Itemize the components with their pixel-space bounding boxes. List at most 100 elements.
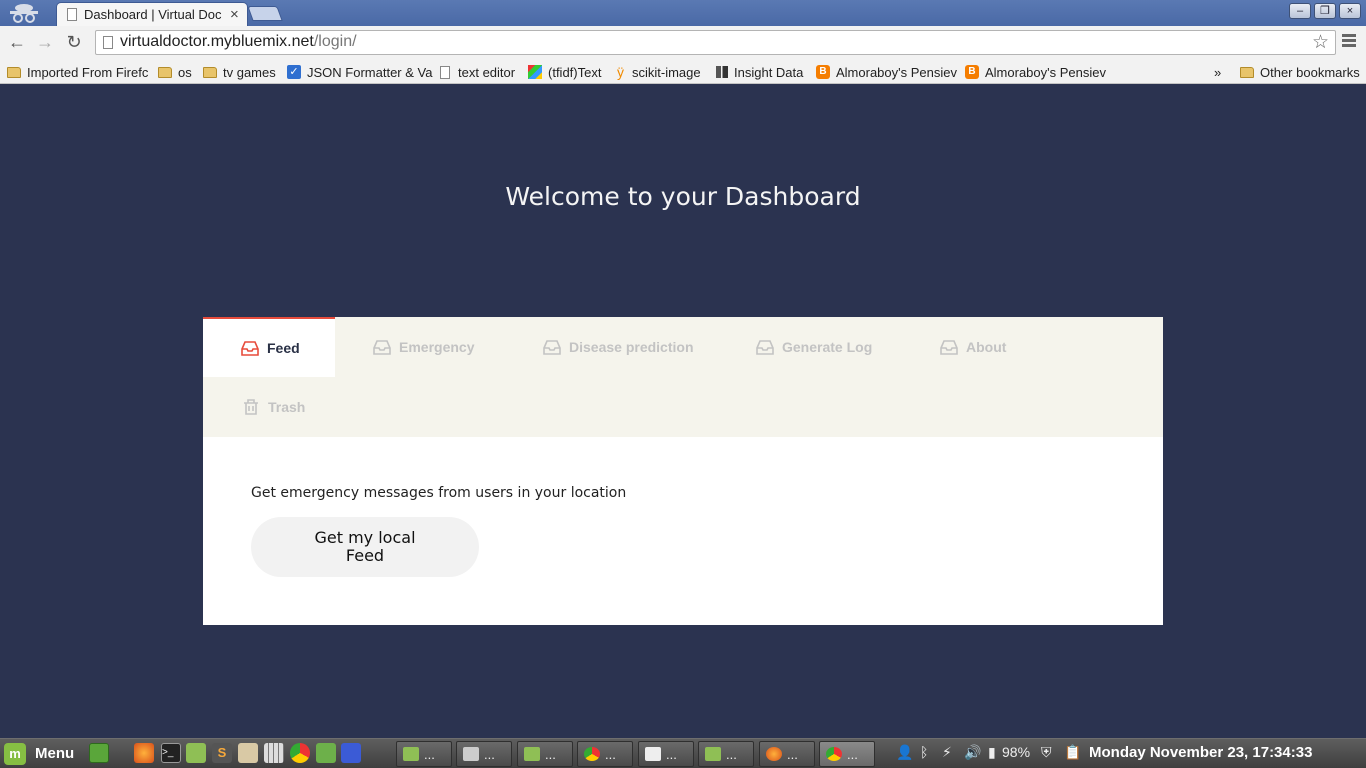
bookmark-label: (tfidf)Text xyxy=(548,64,602,80)
show-desktop-icon[interactable] xyxy=(89,743,109,763)
inbox-icon xyxy=(373,340,391,355)
bookmark-label: tv games xyxy=(223,64,276,80)
bookmark-item[interactable]: Insight Data xyxy=(716,62,803,82)
bookmark-item[interactable]: tv games xyxy=(203,62,276,82)
network-icon[interactable]: ⚡ xyxy=(942,744,952,761)
files-icon xyxy=(705,747,721,761)
files-icon xyxy=(524,747,540,761)
url-text[interactable]: virtualdoctor.mybluemix.net/login/ xyxy=(120,33,357,51)
browser-titlebar: Dashboard | Virtual Doc × – ❐ × xyxy=(0,0,1366,27)
clipboard-tray-icon[interactable]: 📋 xyxy=(1064,744,1081,761)
window-label: ... xyxy=(847,746,858,762)
inbox-icon xyxy=(241,341,259,356)
start-menu-label[interactable]: Menu xyxy=(35,745,74,762)
bookmark-item[interactable]: ÿ scikit-image xyxy=(617,62,701,82)
taskbar-window[interactable]: ... xyxy=(577,741,633,767)
calculator-icon[interactable] xyxy=(264,743,284,763)
volume-icon[interactable]: 🔊 xyxy=(964,744,981,761)
tab-label: About xyxy=(966,339,1007,355)
bookmark-label: Almoraboy's Pensiev xyxy=(836,64,957,80)
folder-icon xyxy=(7,66,21,78)
bookmark-item[interactable]: (tfidf)Text xyxy=(528,62,601,82)
sublime-icon[interactable]: S xyxy=(212,743,232,763)
tab-trash[interactable]: Trash xyxy=(242,377,305,437)
new-tab-button[interactable] xyxy=(247,6,283,21)
window-label: ... xyxy=(666,746,677,762)
tetris-icon[interactable] xyxy=(341,743,361,763)
bookmark-item[interactable]: os xyxy=(158,62,192,82)
browser-menu-icon[interactable] xyxy=(1342,32,1358,50)
page-body: Welcome to your Dashboard Feed Emergency… xyxy=(0,85,1366,738)
text-editor-icon[interactable] xyxy=(316,743,336,763)
bookmark-label: Imported From Firefc xyxy=(27,64,149,80)
blogger-icon: B xyxy=(965,65,979,79)
taskbar-window[interactable]: ... xyxy=(517,741,573,767)
taskbar-window[interactable]: ... xyxy=(396,741,452,767)
minimize-button[interactable]: – xyxy=(1289,3,1311,19)
browser-tab-active[interactable]: Dashboard | Virtual Doc × xyxy=(56,2,248,27)
taskbar: m Menu >_ S ... ... ... ... ... ... ... … xyxy=(0,738,1366,768)
mint-menu-icon[interactable]: m xyxy=(4,743,26,765)
taskbar-window[interactable]: ... xyxy=(638,741,694,767)
bookmark-item[interactable]: B Almoraboy's Pensiev xyxy=(965,62,1106,82)
document-icon xyxy=(440,65,450,79)
close-window-button[interactable]: × xyxy=(1339,3,1361,19)
chrome-icon xyxy=(826,747,842,761)
bookmark-item[interactable]: B Almoraboy's Pensiev xyxy=(816,62,957,82)
url-host: virtualdoctor.mybluemix.net xyxy=(120,33,314,50)
firefox-icon xyxy=(766,747,782,761)
firefox-icon[interactable] xyxy=(134,743,154,763)
tab-close-button[interactable]: × xyxy=(230,6,239,23)
reload-button[interactable]: ↻ xyxy=(63,32,85,54)
address-bar[interactable]: virtualdoctor.mybluemix.net/login/ ☆ xyxy=(95,30,1336,55)
tab-disease-prediction[interactable]: Disease prediction xyxy=(543,317,694,377)
clipboard-icon[interactable] xyxy=(238,743,258,763)
update-shield-icon[interactable]: ⛨ xyxy=(1041,744,1052,761)
window-label: ... xyxy=(424,746,435,762)
dashboard-panel: Feed Emergency Disease prediction Genera… xyxy=(203,317,1163,625)
tab-label: Generate Log xyxy=(782,339,873,355)
clock[interactable]: Monday November 23, 17:34:33 xyxy=(1089,744,1312,761)
page-icon xyxy=(67,8,77,21)
inbox-icon xyxy=(940,340,958,355)
back-button[interactable]: ← xyxy=(6,32,28,54)
maximize-button[interactable]: ❐ xyxy=(1314,3,1336,19)
get-local-feed-button[interactable]: Get my local Feed xyxy=(251,517,479,577)
bookmark-star-icon[interactable]: ☆ xyxy=(1312,31,1329,54)
page-title: Welcome to your Dashboard xyxy=(505,182,861,211)
forward-button[interactable]: → xyxy=(34,32,56,54)
battery-icon[interactable]: ▮ xyxy=(988,744,996,761)
chrome-icon[interactable] xyxy=(290,743,310,763)
tab-emergency[interactable]: Emergency xyxy=(373,317,474,377)
chrome-icon xyxy=(584,747,600,761)
window-label: ... xyxy=(484,746,495,762)
files-icon xyxy=(403,747,419,761)
files-icon[interactable] xyxy=(186,743,206,763)
blogger-icon: B xyxy=(816,65,830,79)
other-bookmarks[interactable]: Other bookmarks xyxy=(1240,62,1360,82)
incognito-icon xyxy=(10,4,38,23)
bookmark-item[interactable]: ✓ JSON Formatter & Va xyxy=(287,62,432,82)
tab-generate-log[interactable]: Generate Log xyxy=(756,317,872,377)
terminal-icon[interactable]: >_ xyxy=(161,743,181,763)
inbox-icon xyxy=(543,340,561,355)
user-icon[interactable]: 👤 xyxy=(896,744,913,761)
tab-about[interactable]: About xyxy=(940,317,1006,377)
bluetooth-icon[interactable]: ᛒ xyxy=(920,744,928,760)
bookmarks-overflow-button[interactable]: » xyxy=(1214,62,1221,82)
folder-icon xyxy=(203,66,217,78)
bookmark-item[interactable]: Imported From Firefc xyxy=(7,62,148,82)
bookmark-label: os xyxy=(178,64,192,80)
window-label: ... xyxy=(787,746,798,762)
tab-feed[interactable]: Feed xyxy=(203,317,335,377)
taskbar-window-active[interactable]: ... xyxy=(819,741,875,767)
folder-icon xyxy=(158,66,172,78)
bars-icon xyxy=(716,66,728,78)
trash-icon xyxy=(244,399,258,415)
window-label: ... xyxy=(605,746,616,762)
taskbar-window[interactable]: ... xyxy=(456,741,512,767)
taskbar-window[interactable]: ... xyxy=(759,741,815,767)
bookmark-item[interactable]: text editor xyxy=(440,62,515,82)
taskbar-window[interactable]: ... xyxy=(698,741,754,767)
bookmark-label: Almoraboy's Pensiev xyxy=(985,64,1106,80)
